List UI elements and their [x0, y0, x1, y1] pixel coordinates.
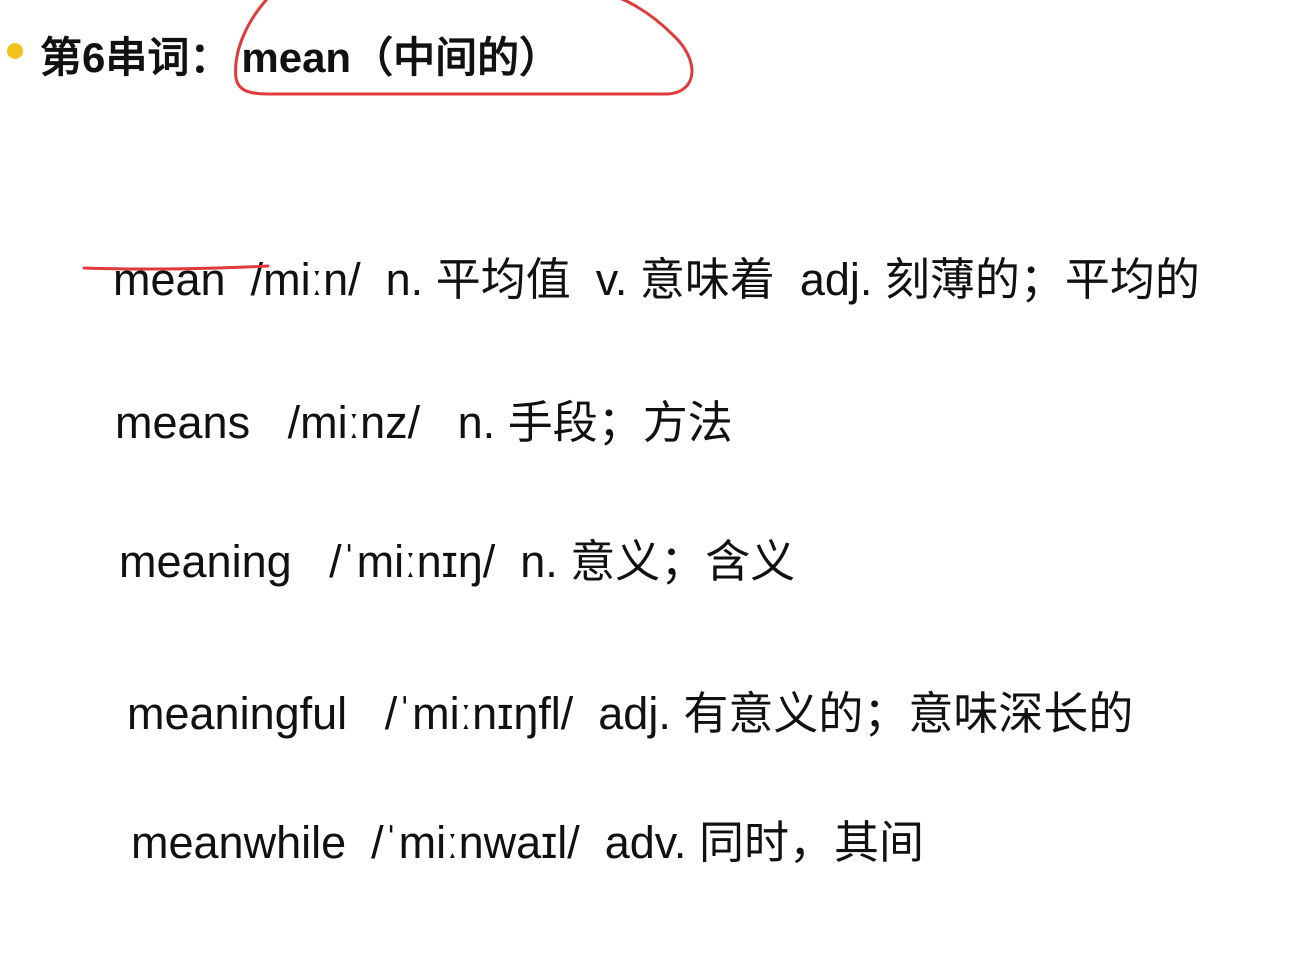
- entry-word: means: [115, 397, 251, 448]
- entry-word: mean: [113, 254, 226, 305]
- entry-phonetic: /ˈmiːnɪŋfl/: [384, 688, 574, 739]
- section-heading: 第6串词： mean（中间的）: [40, 24, 561, 85]
- entry-word: meaning: [119, 536, 292, 587]
- heading-headword: mean: [241, 34, 352, 81]
- entry-word: meaningful: [127, 688, 348, 739]
- entry-phonetic: /miːn/: [250, 254, 361, 305]
- entry-row: meaningful /ˈmiːnɪŋfl/ adj. 有意义的；意味深长的: [102, 646, 1133, 736]
- entry-definition: adv. 同时，其间: [604, 817, 924, 868]
- entry-word: meanwhile: [131, 817, 347, 868]
- entry-phonetic: /miːnz/: [287, 397, 421, 448]
- entry-definition: n. 手段；方法: [457, 397, 733, 448]
- entry-definition: adj. 有意义的；意味深长的: [598, 688, 1134, 739]
- entry-definition: n. 意义；含义: [520, 536, 796, 587]
- entry-row: meanwhile /ˈmiːnwaɪl/ adv. 同时，其间: [106, 775, 924, 865]
- entry-definition: n. 平均值 v. 意味着 adj. 刻薄的；平均的: [385, 254, 1200, 305]
- entry-phonetic: /ˈmiːnɪŋ/: [329, 536, 496, 587]
- entry-row: means /miːnz/ n. 手段；方法: [90, 355, 733, 445]
- entry-row: mean /miːn/ n. 平均值 v. 意味着 adj. 刻薄的；平均的: [88, 212, 1200, 302]
- entry-row: meaning /ˈmiːnɪŋ/ n. 意义；含义: [94, 494, 795, 584]
- entry-phonetic: /ˈmiːnwaɪl/: [371, 817, 580, 868]
- heading-gloss: （中间的）: [351, 34, 562, 81]
- heading-label: 第6串词：: [40, 34, 232, 81]
- bullet-dot: [7, 43, 23, 59]
